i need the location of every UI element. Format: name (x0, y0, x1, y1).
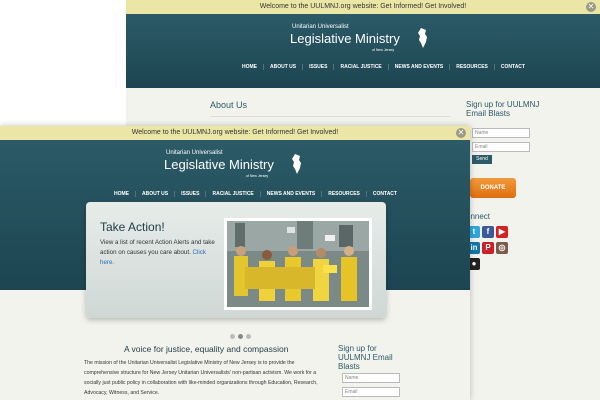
notice-text: Welcome to the UULMNJ.org website: Get I… (131, 129, 339, 136)
instagram-icon[interactable]: ◎ (496, 242, 508, 254)
nav-contact[interactable]: CONTACT (495, 64, 531, 70)
nav-issues[interactable]: ISSUES (175, 191, 205, 197)
slider-dot[interactable] (230, 334, 235, 339)
close-icon[interactable]: ✕ (586, 2, 596, 12)
rally-photo (224, 218, 372, 310)
hero-slider: Take Action! View a list of recent Actio… (86, 202, 386, 318)
nav-racial-justice[interactable]: RACIAL JUSTICE (206, 191, 259, 197)
logo-line-1: Unitarian Universalist (166, 150, 223, 156)
main-nav: HOME ABOUT US ISSUES RACIAL JUSTICE NEWS… (236, 64, 531, 70)
youtube-icon[interactable]: ▶ (496, 226, 508, 238)
notice-bar: Welcome to the UULMNJ.org website: Get I… (126, 0, 600, 14)
signup-send-button[interactable]: Send (472, 155, 492, 164)
logo-line-2: Legislative Ministry (290, 31, 400, 46)
slider-dot[interactable] (246, 334, 251, 339)
site-header: Unitarian Universalist Legislative Minis… (126, 14, 600, 88)
logo-line-3: of New Jersey (372, 48, 395, 52)
signup-email-input[interactable]: Email (472, 142, 530, 152)
main-nav: HOME ABOUT US ISSUES RACIAL JUSTICE NEWS… (108, 191, 403, 197)
rally-photo-image (227, 221, 369, 307)
slider-dot-active[interactable] (238, 334, 243, 339)
nav-resources[interactable]: RESOURCES (450, 64, 494, 70)
mission-paragraph: The mission of the Unitarian Universalis… (84, 360, 318, 396)
page-title: About Us (210, 100, 248, 110)
logo-line-3: of New Jersey (246, 174, 269, 178)
nav-issues[interactable]: ISSUES (303, 64, 333, 70)
signup-email-input[interactable]: Email (342, 387, 400, 397)
nav-about-us[interactable]: ABOUT US (264, 64, 302, 70)
signup-name-input[interactable]: Name (472, 128, 530, 138)
pinterest-icon[interactable]: P (482, 242, 494, 254)
facebook-icon[interactable]: f (482, 226, 494, 238)
front-screenshot: Welcome to the UULMNJ.org website: Get I… (0, 126, 470, 400)
slide-body: View a list of recent Action Alerts and … (100, 238, 220, 268)
nav-resources[interactable]: RESOURCES (322, 191, 366, 197)
nav-news-and-events[interactable]: NEWS AND EVENTS (389, 64, 449, 70)
signup-title: Sign up for UULMNJ Email Blasts (338, 344, 393, 371)
logo-line-2: Legislative Ministry (164, 157, 274, 172)
donate-button[interactable]: DONATE (470, 178, 516, 198)
logo-line-1: Unitarian Universalist (292, 24, 349, 30)
nav-contact[interactable]: CONTACT (367, 191, 403, 197)
signup-name-input[interactable]: Name (342, 373, 400, 383)
notice-text: Welcome to the UULMNJ.org website: Get I… (259, 3, 467, 10)
close-icon[interactable]: ✕ (456, 128, 466, 138)
nav-home[interactable]: HOME (108, 191, 135, 197)
nav-racial-justice[interactable]: RACIAL JUSTICE (334, 64, 387, 70)
tagline: A voice for justice, equality and compas… (124, 344, 289, 354)
slide-title: Take Action! (100, 220, 165, 234)
notice-bar: Welcome to the UULMNJ.org website: Get I… (0, 126, 470, 140)
new-jersey-icon (418, 28, 427, 48)
nav-about-us[interactable]: ABOUT US (136, 191, 174, 197)
nav-news-and-events[interactable]: NEWS AND EVENTS (261, 191, 321, 197)
nav-home[interactable]: HOME (236, 64, 263, 70)
signup-title: Sign up for UULMNJ Email Blasts (466, 100, 540, 118)
new-jersey-icon (292, 154, 301, 174)
title-divider (210, 116, 450, 117)
